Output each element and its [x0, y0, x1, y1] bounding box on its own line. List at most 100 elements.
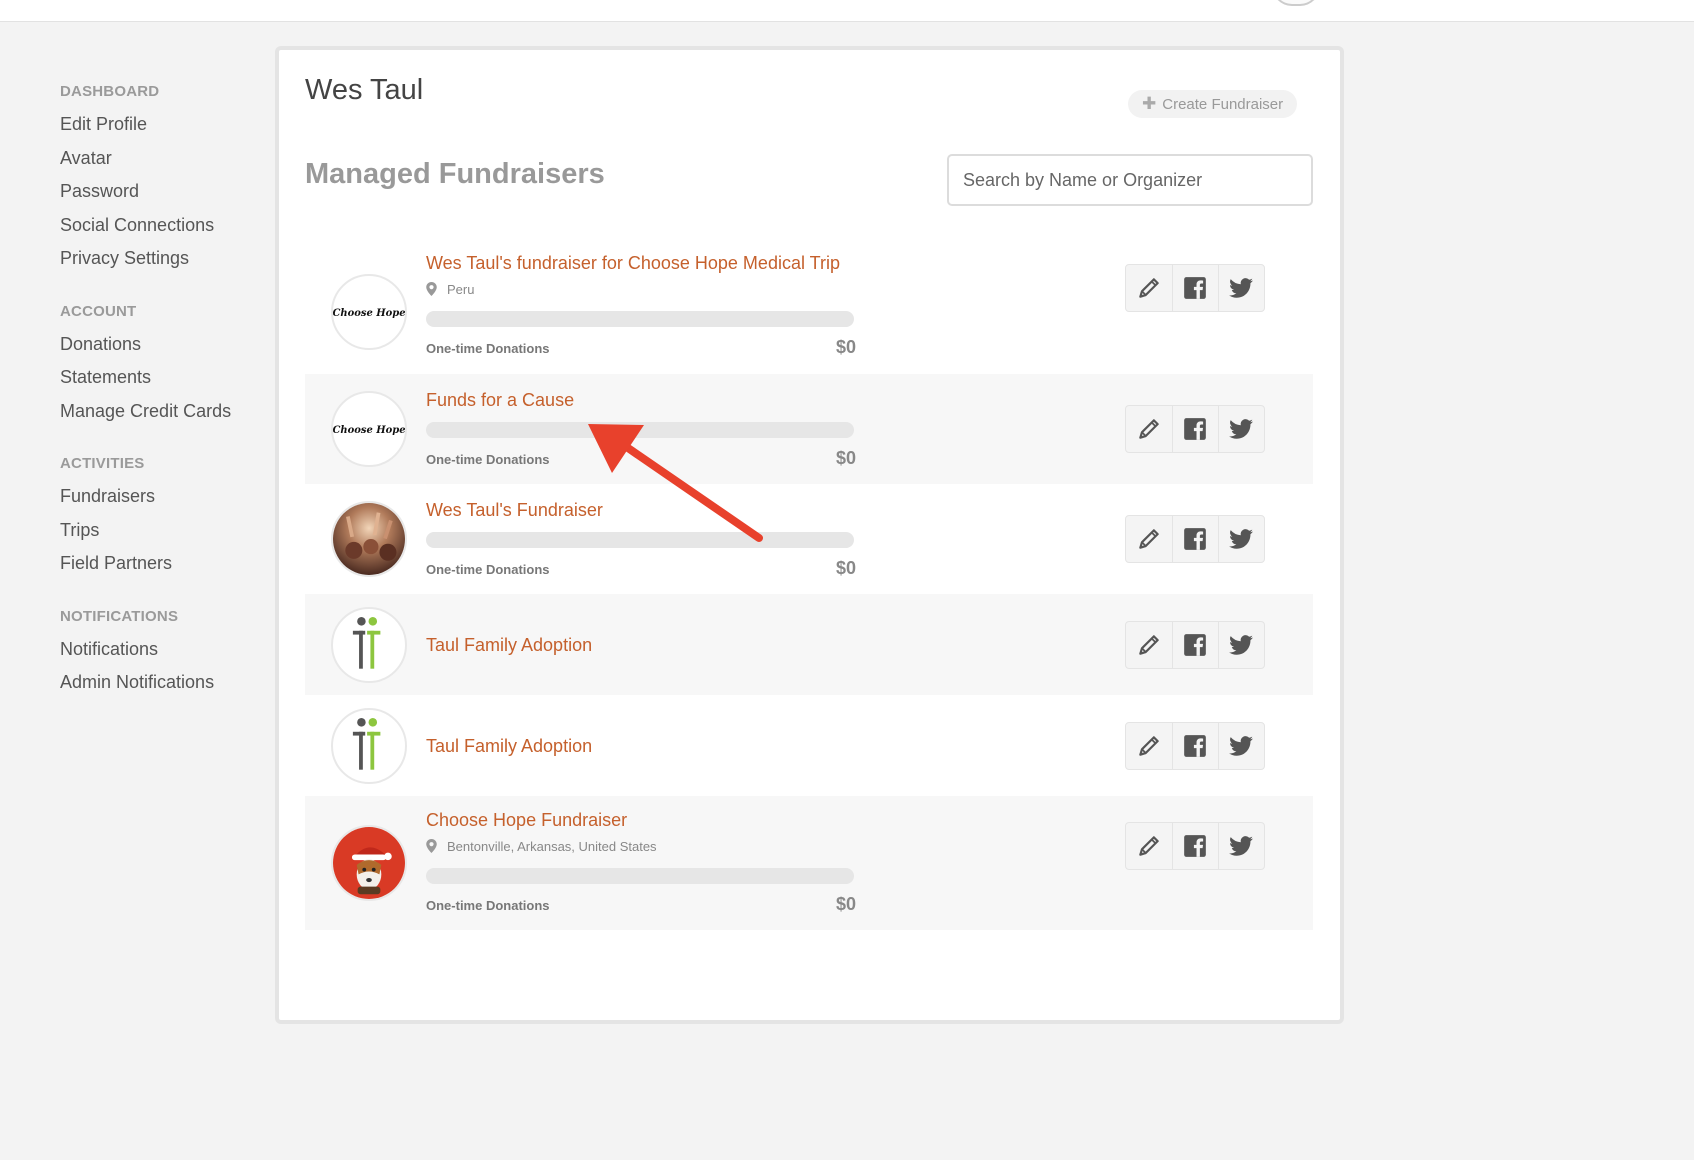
fundraiser-location: Peru [426, 281, 856, 299]
sidebar-item-admin-notifications[interactable]: Admin Notifications [60, 670, 280, 704]
page-title: Wes Taul [305, 74, 424, 106]
edit-button[interactable] [1126, 516, 1172, 562]
twitter-icon [1228, 733, 1254, 759]
amount-raised: $0 [835, 448, 856, 468]
fundraiser-actions [1125, 822, 1265, 870]
fundraiser-row: Choose Hope Wes Taul's fundraiser for Cho… [305, 238, 1313, 374]
sidebar-heading: ACTIVITIES [60, 455, 145, 472]
fundraiser-title-link[interactable]: Wes Taul's fundraiser for Choose Hope Me… [426, 251, 856, 275]
map-pin-icon [426, 282, 447, 297]
donation-progress-bar [426, 422, 854, 438]
fundraiser-title-link[interactable]: Taul Family Adoption [426, 633, 856, 657]
sidebar-item-password[interactable]: Password [60, 179, 280, 213]
fundraiser-actions [1125, 621, 1265, 669]
facebook-share-button[interactable] [1171, 823, 1218, 869]
fundraiser-details: Funds for a Cause One-time Donations $0 [426, 388, 856, 470]
progress-label: One-time Donations [426, 452, 550, 467]
svg-text:Choose Hope: Choose Hope [333, 425, 405, 436]
fundraiser-title-link[interactable]: Taul Family Adoption [426, 734, 856, 758]
fundraiser-details: Wes Taul's fundraiser for Choose Hope Me… [426, 251, 856, 359]
sidebar-item-field-partners[interactable]: Field Partners [60, 551, 280, 585]
sidebar-heading: NOTIFICATIONS [60, 607, 179, 625]
amount-raised: $0 [835, 337, 856, 357]
facebook-share-button[interactable] [1171, 516, 1218, 562]
donation-progress-bar [426, 532, 854, 548]
fundraiser-list: Choose Hope Wes Taul's fundraiser for Cho… [305, 238, 1313, 930]
facebook-share-button[interactable] [1171, 723, 1218, 769]
sidebar-heading: DASHBOARD [60, 83, 160, 100]
fundraiser-actions [1125, 405, 1265, 453]
main-panel: Wes Taul ✚ Create Fundraiser Managed Fund… [275, 46, 1344, 1024]
fundraiser-title-link[interactable]: Wes Taul's Fundraiser [426, 498, 856, 522]
donation-progress-bar [426, 868, 854, 884]
fundraiser-row: Wes Taul's Fundraiser One-time Donations $… [305, 484, 1313, 594]
fundraiser-title-link[interactable]: Funds for a Cause [426, 388, 856, 412]
svg-text:Choose Hope: Choose Hope [333, 308, 405, 319]
twitter-share-button[interactable] [1217, 265, 1264, 311]
location-text: Peru [447, 282, 475, 297]
twitter-share-button[interactable] [1217, 516, 1264, 562]
sidebar-section-activities: ACTIVITIES Fundraisers Trips Field Partners [60, 454, 280, 585]
progress-meta: One-time Donations $0 [426, 558, 856, 580]
sidebar-section-dashboard: DASHBOARD Edit Profile Avatar Password Socia… [60, 82, 280, 280]
sidebar-item-trips[interactable]: Trips [60, 518, 280, 552]
facebook-icon [1182, 526, 1208, 552]
facebook-icon [1182, 275, 1208, 301]
pencil-icon [1136, 833, 1162, 859]
edit-button[interactable] [1126, 265, 1172, 311]
edit-button[interactable] [1126, 723, 1172, 769]
sidebar-item-manage-credit-cards[interactable]: Manage Credit Cards [60, 399, 280, 433]
edit-button[interactable] [1126, 823, 1172, 869]
fundraiser-details: Taul Family Adoption [426, 734, 856, 758]
amount-raised: $0 [835, 894, 856, 914]
facebook-icon [1182, 833, 1208, 859]
progress-label: One-time Donations [426, 562, 550, 577]
sidebar-item-privacy-settings[interactable]: Privacy Settings [60, 246, 280, 280]
twitter-share-button[interactable] [1217, 622, 1264, 668]
facebook-share-button[interactable] [1171, 265, 1218, 311]
user-avatar[interactable] [1272, 0, 1320, 6]
fundraiser-row: Taul Family Adoption [305, 594, 1313, 695]
sidebar-item-statements[interactable]: Statements [60, 365, 280, 399]
twitter-share-button[interactable] [1217, 823, 1264, 869]
twitter-icon [1228, 632, 1254, 658]
sidebar-section-notifications: NOTIFICATIONS Notifications Admin Notifica… [60, 607, 280, 704]
fundraiser-row: Taul Family Adoption [305, 695, 1313, 796]
create-fundraiser-label: Create Fundraiser [1162, 96, 1284, 113]
sidebar-item-notifications[interactable]: Notifications [60, 637, 280, 671]
twitter-share-button[interactable] [1217, 406, 1264, 452]
facebook-share-button[interactable] [1171, 406, 1218, 452]
fundraiser-actions [1125, 722, 1265, 770]
create-fundraiser-button[interactable]: ✚ Create Fundraiser [1128, 90, 1298, 118]
search-input[interactable] [947, 154, 1313, 206]
edit-button[interactable] [1126, 622, 1172, 668]
crowd-photo-avatar [331, 501, 407, 577]
edit-button[interactable] [1126, 406, 1172, 452]
fundraiser-row: Choose Hope Fundraiser Bentonville, Arkan… [305, 796, 1313, 930]
fundraiser-actions [1125, 264, 1265, 312]
pencil-icon [1136, 416, 1162, 442]
progress-meta: One-time Donations $0 [426, 337, 856, 359]
twitter-share-button[interactable] [1217, 723, 1264, 769]
pencil-icon [1136, 733, 1162, 759]
progress-meta: One-time Donations $0 [426, 894, 856, 916]
top-navigation-bar [0, 0, 1694, 22]
sidebar: DASHBOARD Edit Profile Avatar Password Socia… [60, 82, 280, 726]
pencil-icon [1136, 632, 1162, 658]
sidebar-section-account: ACCOUNT Donations Statements Manage Credit … [60, 302, 280, 433]
fundraiser-row: Choose Hope Funds for a Cause One-time Don… [305, 374, 1313, 484]
sidebar-item-avatar[interactable]: Avatar [60, 146, 280, 180]
sidebar-item-fundraisers[interactable]: Fundraisers [60, 484, 280, 518]
sidebar-item-donations[interactable]: Donations [60, 332, 280, 366]
twitter-icon [1228, 526, 1254, 552]
facebook-icon [1182, 632, 1208, 658]
sidebar-item-social-connections[interactable]: Social Connections [60, 213, 280, 247]
dog-santa-photo-avatar [331, 825, 407, 901]
fundraiser-details: Choose Hope Fundraiser Bentonville, Arkan… [426, 808, 856, 916]
pencil-icon [1136, 275, 1162, 301]
sidebar-item-edit-profile[interactable]: Edit Profile [60, 112, 280, 146]
facebook-share-button[interactable] [1171, 622, 1218, 668]
pencil-icon [1136, 526, 1162, 552]
twitter-icon [1228, 833, 1254, 859]
fundraiser-title-link[interactable]: Choose Hope Fundraiser [426, 808, 856, 832]
